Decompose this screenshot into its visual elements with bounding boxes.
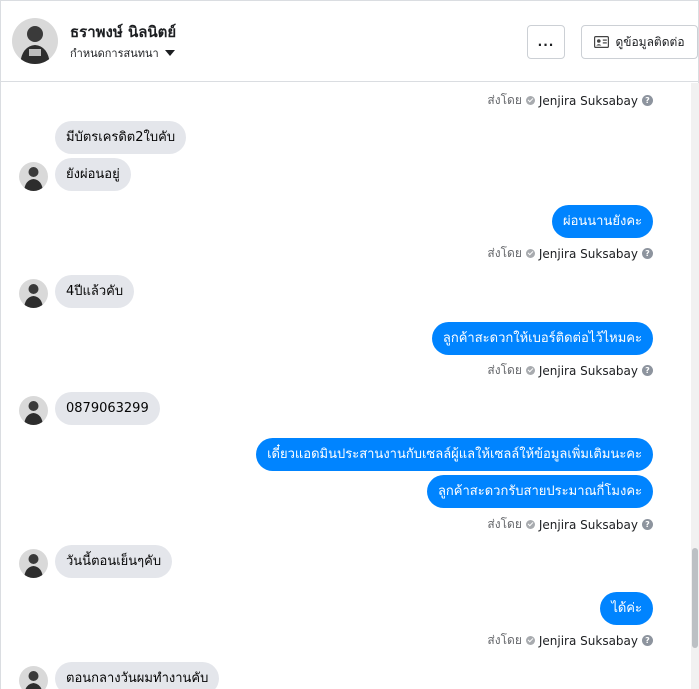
sent-by-label: ส่งโดย Jenjira Suksabay ? (487, 361, 653, 380)
check-circle-icon (525, 96, 535, 105)
message-bubble-incoming[interactable]: ยังผ่อนอยู่ (55, 158, 131, 191)
sent-by-name: Jenjira Suksabay (538, 93, 638, 108)
message-bubble-outgoing[interactable]: ลูกค้าสะดวกรับสายประมาณกี่โมงคะ (426, 475, 653, 508)
more-options-button[interactable]: ... (527, 25, 565, 59)
question-circle-icon[interactable]: ? (642, 519, 653, 530)
question-circle-icon[interactable]: ? (642, 365, 653, 376)
sent-by-name: Jenjira Suksabay (538, 517, 638, 532)
question-circle-icon[interactable]: ? (642, 635, 653, 646)
sender-avatar[interactable] (19, 162, 48, 191)
scrollbar-thumb[interactable] (692, 548, 698, 648)
message-bubble-incoming[interactable]: ตอนกลางวันผมทำงานคับ (55, 662, 220, 689)
sender-avatar[interactable] (19, 279, 48, 308)
conversation-status-dropdown[interactable]: กำหนดการสนทนา (70, 44, 175, 62)
check-circle-icon (525, 520, 535, 529)
sent-by-label: ส่งโดย Jenjira Suksabay ? (487, 244, 653, 263)
sender-avatar[interactable] (19, 666, 48, 689)
sent-by-prefix: ส่งโดย (487, 93, 522, 107)
message-bubble-incoming[interactable]: 4ปีแล้วคับ (55, 275, 135, 308)
sent-by-prefix: ส่งโดย (487, 517, 522, 531)
contact-name[interactable]: ธราพงษ์ นิลนิตย์ (70, 20, 176, 44)
message-bubble-outgoing[interactable]: ลูกค้าสะดวกให้เบอร์ติดต่อไว้ไหมคะ (431, 322, 653, 355)
sent-by-label: ส่งโดย Jenjira Suksabay ? (487, 515, 653, 534)
view-contact-label: ดูข้อมูลติดต่อ (615, 34, 685, 49)
contact-card-icon (594, 36, 610, 48)
message-bubble-incoming[interactable]: มีบัตรเครดิต2ใบคับ (55, 121, 187, 154)
check-circle-icon (525, 249, 535, 258)
check-circle-icon (525, 366, 535, 375)
sent-by-prefix: ส่งโดย (487, 363, 522, 377)
conversation-status-label: กำหนดการสนทนา (70, 47, 159, 60)
sent-by-prefix: ส่งโดย (487, 633, 522, 647)
message-bubble-outgoing[interactable]: เดี๋ยวแอดมินประสานงานกับเซลล์ผู้แลให้เซล… (256, 438, 653, 471)
message-list[interactable]: ส่งโดย Jenjira Suksabay ? มีบัตรเครดิต2ใ… (1, 83, 689, 689)
view-contact-button[interactable]: ดูข้อมูลติดต่อ (581, 25, 698, 59)
message-bubble-outgoing[interactable]: ได้ค่ะ (600, 592, 653, 625)
message-bubble-outgoing[interactable]: ผ่อนนานยังคะ (551, 205, 653, 238)
sent-by-name: Jenjira Suksabay (538, 633, 638, 648)
contact-avatar[interactable] (12, 18, 58, 64)
check-circle-icon (525, 636, 535, 645)
sent-by-label: ส่งโดย Jenjira Suksabay ? (487, 91, 653, 110)
conversation-header: ธราพงษ์ นิลนิตย์ กำหนดการสนทนา ... ดูข้อ… (1, 1, 698, 82)
message-bubble-incoming[interactable]: วันนี้ตอนเย็นๆคับ (55, 545, 173, 578)
question-circle-icon[interactable]: ? (642, 95, 653, 106)
message-list-scrollbar[interactable] (691, 83, 699, 689)
sent-by-label: ส่งโดย Jenjira Suksabay ? (487, 631, 653, 650)
messenger-window: ธราพงษ์ นิลนิตย์ กำหนดการสนทนา ... ดูข้อ… (0, 0, 699, 689)
sent-by-name: Jenjira Suksabay (538, 363, 638, 378)
sender-avatar[interactable] (19, 396, 48, 425)
caret-down-icon (164, 50, 175, 56)
sent-by-name: Jenjira Suksabay (538, 246, 638, 261)
message-bubble-incoming[interactable]: 0879063299 (55, 392, 160, 425)
question-circle-icon[interactable]: ? (642, 248, 653, 259)
sender-avatar[interactable] (19, 549, 48, 578)
sent-by-prefix: ส่งโดย (487, 246, 522, 260)
ellipsis-icon: ... (537, 35, 555, 49)
